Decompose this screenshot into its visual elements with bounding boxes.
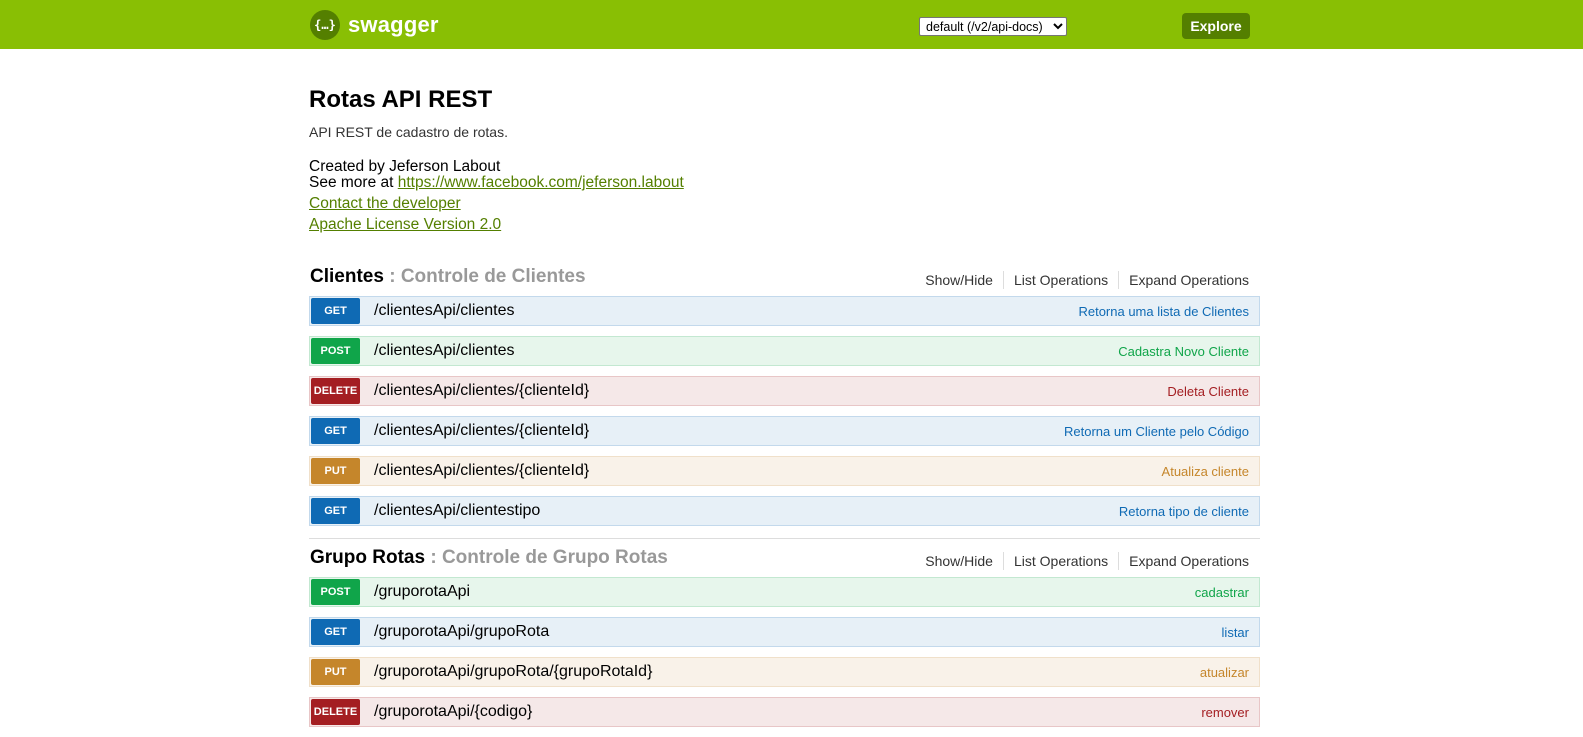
resource-name[interactable]: Clientes xyxy=(310,266,384,287)
see-more-prefix: See more at xyxy=(309,174,398,191)
operation-path[interactable]: /clientesApi/clientes/{clienteId} xyxy=(374,382,589,400)
resource-grupo-rotas: Grupo Rotas : Controle de Grupo Rotas Sh… xyxy=(309,543,1260,737)
operation-path[interactable]: /gruporotaApi/grupoRota/{grupoRotaId} xyxy=(374,663,652,681)
resource-heading[interactable]: Clientes : Controle de Clientes xyxy=(310,266,586,288)
top-bar: {…} swagger default (/v2/api-docs) Explo… xyxy=(0,0,1583,49)
operation-path[interactable]: /gruporotaApi xyxy=(374,583,470,601)
api-title: Rotas API REST xyxy=(309,86,493,113)
http-method-badge[interactable]: GET xyxy=(311,298,360,324)
http-method-badge[interactable]: POST xyxy=(311,338,360,364)
see-more-line: See more at https://www.facebook.com/jef… xyxy=(309,175,1260,191)
http-method-badge[interactable]: DELETE xyxy=(311,699,360,725)
operation-row[interactable]: GET /gruporotaApi/grupoRota listar xyxy=(309,617,1260,647)
swagger-logo-text: swagger xyxy=(348,12,439,37)
operation-path[interactable]: /clientesApi/clientes/{clienteId} xyxy=(374,462,589,480)
operation-row[interactable]: PUT /gruporotaApi/grupoRota/{grupoRotaId… xyxy=(309,657,1260,687)
resource-description: Controle de Grupo Rotas xyxy=(441,547,668,568)
resource-divider xyxy=(309,538,1260,539)
operation-summary[interactable]: remover xyxy=(1201,705,1249,720)
resource-clientes: Clientes : Controle de Clientes Show/Hid… xyxy=(309,262,1260,536)
http-method-badge[interactable]: GET xyxy=(311,619,360,645)
operation-summary[interactable]: cadastrar xyxy=(1195,585,1249,600)
expand-operations-link[interactable]: Expand Operations xyxy=(1119,271,1260,289)
api-info: Rotas API REST API REST de cadastro de r… xyxy=(309,86,1260,233)
resource-actions: Show/Hide List Operations Expand Operati… xyxy=(915,552,1260,570)
http-method-badge[interactable]: GET xyxy=(311,498,360,524)
license-link[interactable]: Apache License Version 2.0 xyxy=(309,217,1260,233)
resource-header: Clientes : Controle de Clientes Show/Hid… xyxy=(309,262,1260,296)
operation-row[interactable]: GET /clientesApi/clientes/{clienteId} Re… xyxy=(309,416,1260,446)
operation-path[interactable]: /gruporotaApi/grupoRota xyxy=(374,623,549,641)
swagger-logo-icon: {…} xyxy=(310,10,340,40)
show-hide-link[interactable]: Show/Hide xyxy=(915,552,1004,570)
resource-separator: : xyxy=(383,266,401,287)
explore-button[interactable]: Explore xyxy=(1182,13,1250,39)
operation-row[interactable]: POST /gruporotaApi cadastrar xyxy=(309,577,1260,607)
operation-row[interactable]: DELETE /gruporotaApi/{codigo} remover xyxy=(309,697,1260,727)
operation-row[interactable]: DELETE /clientesApi/clientes/{clienteId}… xyxy=(309,376,1260,406)
operation-path[interactable]: /clientesApi/clientestipo xyxy=(374,502,540,520)
resource-description: Controle de Clientes xyxy=(400,266,586,287)
resource-separator: : xyxy=(425,547,442,568)
resource-actions: Show/Hide List Operations Expand Operati… xyxy=(915,271,1260,289)
operation-row[interactable]: PUT /clientesApi/clientes/{clienteId} At… xyxy=(309,456,1260,486)
operation-summary[interactable]: Retorna uma lista de Clientes xyxy=(1078,304,1249,319)
show-hide-link[interactable]: Show/Hide xyxy=(915,271,1004,289)
operation-summary[interactable]: Atualiza cliente xyxy=(1162,464,1249,479)
expand-operations-link[interactable]: Expand Operations xyxy=(1119,552,1260,570)
operation-summary[interactable]: Retorna tipo de cliente xyxy=(1119,504,1249,519)
http-method-badge[interactable]: PUT xyxy=(311,659,360,685)
api-description: API REST de cadastro de rotas. xyxy=(309,124,508,140)
operation-row[interactable]: GET /clientesApi/clientestipo Retorna ti… xyxy=(309,496,1260,526)
operation-summary[interactable]: atualizar xyxy=(1200,665,1249,680)
operation-summary[interactable]: Cadastra Novo Cliente xyxy=(1118,344,1249,359)
operation-summary[interactable]: Retorna um Cliente pelo Código xyxy=(1064,424,1249,439)
resource-header: Grupo Rotas : Controle de Grupo Rotas Sh… xyxy=(309,543,1260,577)
operation-path[interactable]: /clientesApi/clientes/{clienteId} xyxy=(374,422,589,440)
operation-path[interactable]: /clientesApi/clientes xyxy=(374,342,515,360)
http-method-badge[interactable]: PUT xyxy=(311,458,360,484)
operation-row[interactable]: POST /clientesApi/clientes Cadastra Novo… xyxy=(309,336,1260,366)
http-method-badge[interactable]: GET xyxy=(311,418,360,444)
http-method-badge[interactable]: DELETE xyxy=(311,378,360,404)
facebook-link[interactable]: https://www.facebook.com/jeferson.labout xyxy=(398,174,684,191)
operation-path[interactable]: /clientesApi/clientes xyxy=(374,302,515,320)
api-spec-select[interactable]: default (/v2/api-docs) xyxy=(919,17,1067,36)
operation-path[interactable]: /gruporotaApi/{codigo} xyxy=(374,703,532,721)
swagger-logo[interactable]: {…} swagger xyxy=(310,10,439,40)
operation-row[interactable]: GET /clientesApi/clientes Retorna uma li… xyxy=(309,296,1260,326)
list-operations-link[interactable]: List Operations xyxy=(1004,271,1120,289)
created-by-text: Created by Jeferson Labout xyxy=(309,158,501,175)
resource-name[interactable]: Grupo Rotas xyxy=(310,547,425,568)
http-method-badge[interactable]: POST xyxy=(311,579,360,605)
resource-heading[interactable]: Grupo Rotas : Controle de Grupo Rotas xyxy=(310,547,668,569)
list-operations-link[interactable]: List Operations xyxy=(1004,552,1120,570)
operation-summary[interactable]: Deleta Cliente xyxy=(1167,384,1249,399)
operation-summary[interactable]: listar xyxy=(1222,625,1249,640)
contact-developer-link[interactable]: Contact the developer xyxy=(309,196,1260,212)
